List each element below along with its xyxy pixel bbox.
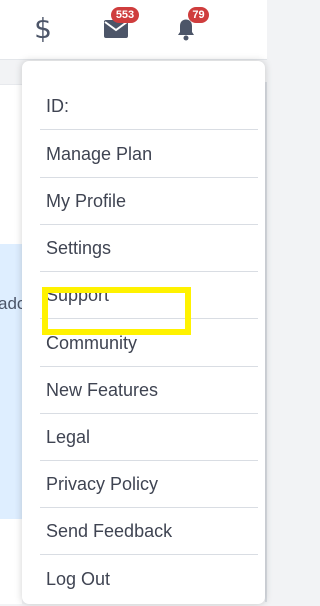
menu-item-send-feedback[interactable]: Send Feedback — [40, 508, 258, 555]
notifications-count-badge: 79 — [188, 7, 209, 23]
account-dropdown-menu: ID: Manage Plan My Profile Settings Supp… — [22, 61, 265, 604]
menu-item-privacy-policy[interactable]: Privacy Policy — [40, 461, 258, 508]
menu-item-id: ID: — [40, 83, 258, 130]
billing-icon[interactable]: $ — [28, 14, 58, 44]
top-navigation-bar: $ 553 79 — [0, 0, 267, 60]
menu-item-community[interactable]: Community — [40, 320, 258, 367]
menu-item-legal[interactable]: Legal — [40, 414, 258, 461]
notifications-button[interactable]: 79 — [171, 7, 209, 44]
messages-button[interactable]: 553 — [101, 7, 139, 44]
menu-item-log-out[interactable]: Log Out — [40, 556, 258, 603]
menu-item-settings[interactable]: Settings — [40, 225, 258, 272]
menu-item-my-profile[interactable]: My Profile — [40, 178, 258, 225]
menu-item-new-features[interactable]: New Features — [40, 367, 258, 414]
dollar-icon: $ — [34, 12, 52, 45]
menu-item-manage-plan[interactable]: Manage Plan — [40, 131, 258, 178]
page-scrollbar[interactable] — [265, 82, 267, 602]
messages-count-badge: 553 — [111, 7, 139, 23]
menu-item-support[interactable]: Support — [40, 272, 258, 319]
background-selected-row — [0, 244, 22, 519]
